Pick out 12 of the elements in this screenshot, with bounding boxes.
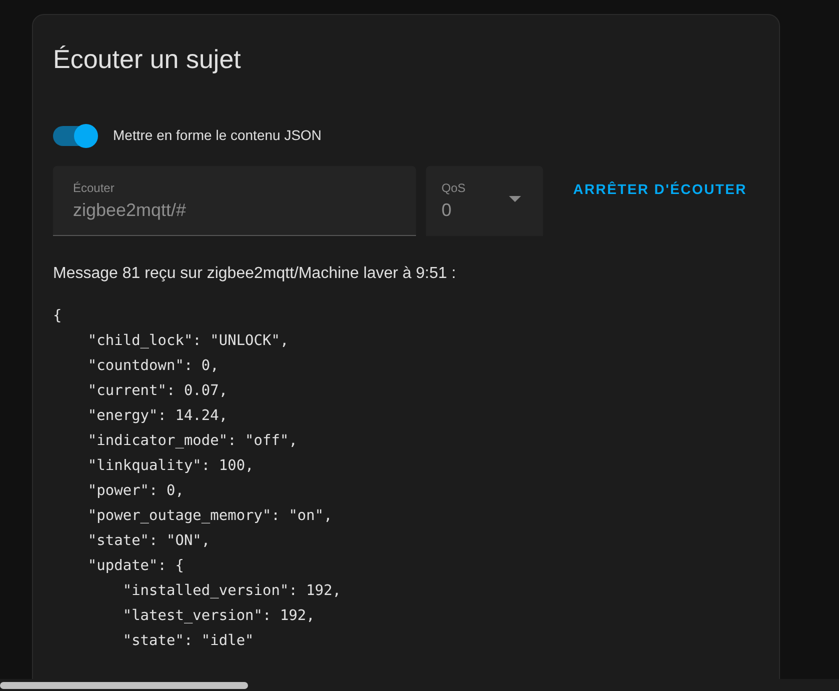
scrollbar-thumb[interactable] xyxy=(0,682,248,688)
qos-select[interactable]: QoS 0 xyxy=(426,166,544,236)
card-title: Écouter un sujet xyxy=(53,43,242,75)
horizontal-scrollbar[interactable] xyxy=(0,679,839,691)
topic-field[interactable]: Écouter zigbee2mqtt/# xyxy=(53,166,416,236)
message-header: Message 81 reçu sur zigbee2mqtt/Machine laver à 9:51 : xyxy=(53,264,457,284)
json-payload: { "child_lock": "UNLOCK", "countdown": 0, "current": 0.07, "energy": 14.24, "indicator_mode": "off", "linkquality": 100, "power": 0, "power_outage_memory": "on", "state": "ON", "update": { "installed_version": 192, "latest_version": 192, "state": "idle" xyxy=(53,307,342,651)
dropdown-caret-icon xyxy=(509,196,522,202)
toggle-label: Mettre en forme le contenu JSON xyxy=(113,126,322,145)
format-toggle[interactable] xyxy=(53,126,97,146)
stop-listening-button[interactable]: ARRÊTER D'ÉCOUTER xyxy=(561,171,759,207)
toggle-thumb xyxy=(74,124,98,148)
